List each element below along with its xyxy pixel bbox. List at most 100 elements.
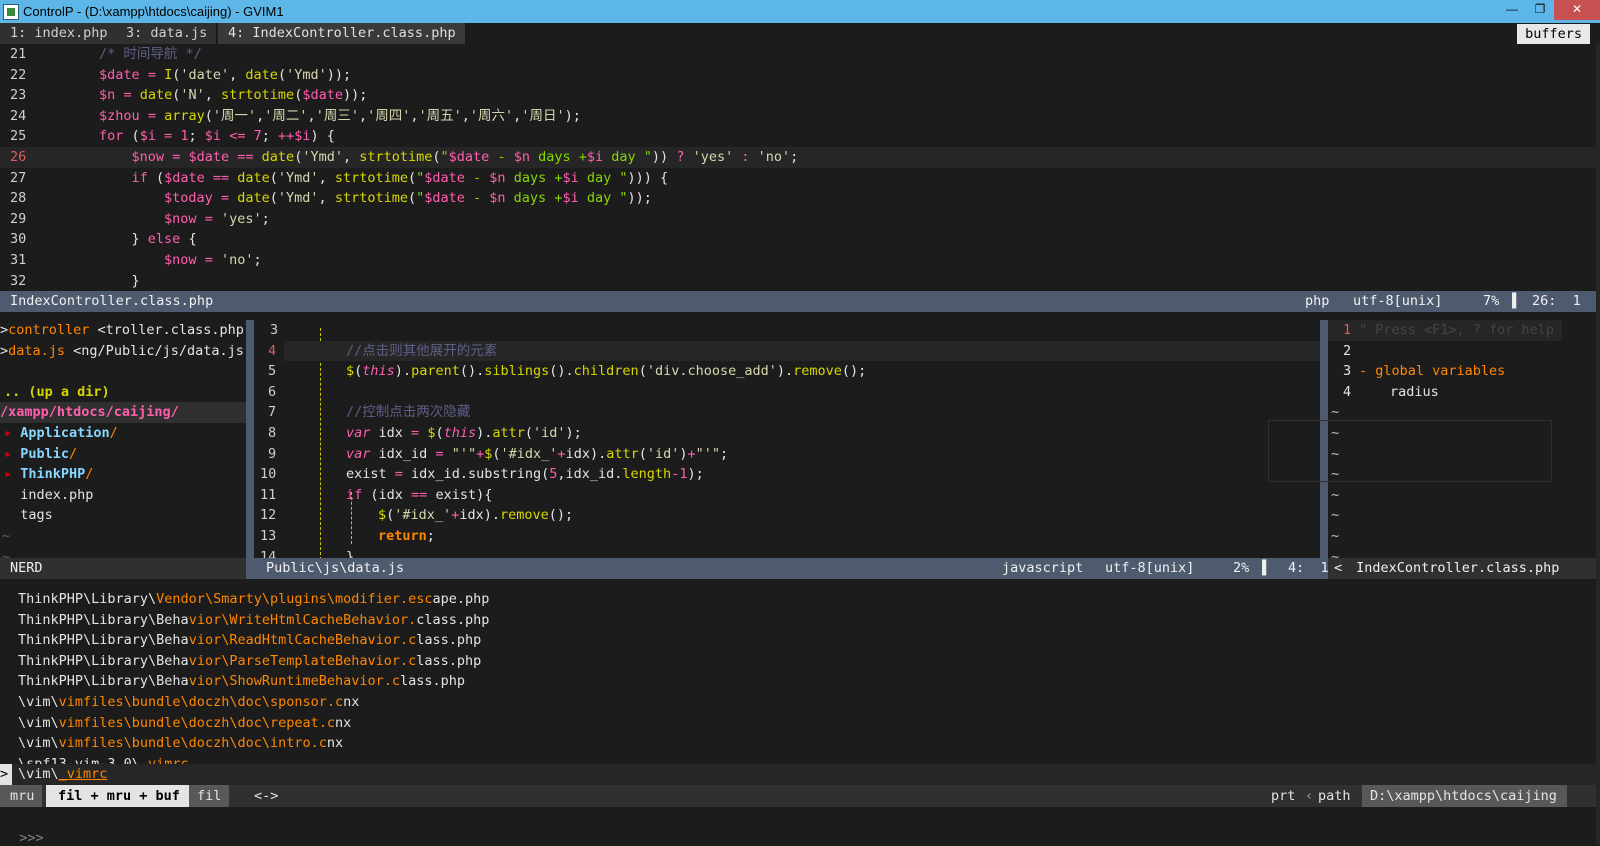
line-number: 1 <box>1343 322 1352 338</box>
code-line[interactable]: //控制点击两次隐藏 <box>346 402 470 423</box>
buffer-tab-active[interactable]: 4: IndexController.class.php <box>218 23 465 44</box>
nerdtree-status: NERD <box>0 558 246 579</box>
status-position: 26: 1 <box>1532 293 1581 309</box>
prompt-symbol: >>> <box>19 830 44 846</box>
buffer-tab[interactable]: 1: index.php <box>0 23 117 44</box>
status-scrollbar-icon: ▐ <box>1508 293 1517 309</box>
line-number: 10 <box>260 466 277 483</box>
minimize-button[interactable]: — <box>1498 0 1526 20</box>
line-number: 32 <box>10 272 27 289</box>
line-number: 23 <box>10 87 27 104</box>
tagbar-tag-entry[interactable]: radius <box>1390 382 1439 403</box>
line-number: 6 <box>268 383 277 400</box>
nerdtree-file[interactable]: tags <box>4 505 246 526</box>
nerdtree-root-path[interactable]: /xampp/htdocs/caijing/ <box>0 402 246 423</box>
code-line[interactable]: var idx = $(this).attr('id'); <box>346 423 582 444</box>
line-number: 22 <box>10 66 27 83</box>
status-filetype: php <box>1305 293 1330 309</box>
buffer-tab[interactable]: 3: data.js <box>116 23 217 44</box>
status-position: 4: 1 <box>1288 560 1329 576</box>
php-editor-pane[interactable]: 21 /* 时间导航 */ 22 $date = I('date', date(… <box>0 44 1600 299</box>
nerdtree-bookmark[interactable]: >data.js <ng/Public/js/data.js <box>0 341 246 362</box>
ctrlp-by-label: path <box>1318 788 1351 804</box>
ctrlp-result-item[interactable]: \vim\vimfiles\bundle\doczh\doc\intro.cnx <box>0 733 1600 754</box>
ctrlp-result-item[interactable]: \vim\vimfiles\bundle\doczh\doc\repeat.cn… <box>0 713 1600 734</box>
ctrlp-results-list[interactable]: ThinkPHP\Library\Vendor\Smarty\plugins\m… <box>0 589 1600 801</box>
code-line[interactable]: var idx_id = "'"+$('#idx_'+idx).attr('id… <box>346 444 728 465</box>
nerdtree-dir[interactable]: ▸ Public/ <box>4 444 246 465</box>
code-line[interactable]: $('#idx_'+idx).remove(); <box>378 505 573 526</box>
ctrlp-result-item[interactable]: ThinkPHP\Library\Behavior\ShowRuntimeBeh… <box>0 671 1600 692</box>
code-line[interactable]: for ($i = 1; $i <= 7; ++$i) { <box>34 126 1596 147</box>
code-line[interactable]: $today = date('Ymd', strtotime("$date - … <box>34 188 1596 209</box>
line-number: 29 <box>10 210 27 227</box>
code-line[interactable]: $now = 'yes'; <box>34 209 1596 230</box>
line-number: 3 <box>1343 363 1352 380</box>
tooltip-frame <box>1268 420 1552 482</box>
code-line[interactable]: $now = 'no'; <box>34 250 1596 271</box>
status-encoding: utf-8[unix] <box>1353 293 1443 309</box>
ctrlp-regex-indicator: <-> <box>254 788 279 804</box>
nerdtree-dir[interactable]: ▸ Application/ <box>4 423 246 444</box>
nerdtree-dir[interactable]: ▸ ThinkPHP/ <box>4 464 246 485</box>
ctrlp-result-item-selected[interactable]: > \vim\_vimrc <box>0 764 1600 785</box>
line-number: 21 <box>10 46 27 62</box>
status-filename: Public\js\data.js <box>266 560 405 576</box>
nerdtree-up-dir[interactable]: .. (up a dir) <box>4 382 246 403</box>
line-number: 3 <box>270 322 279 338</box>
line-number: 28 <box>10 190 27 207</box>
middle-statusline: NERD Public\js\data.js javascript utf-8[… <box>0 558 1596 579</box>
empty-line-tilde: ~ <box>1331 528 1340 544</box>
close-button[interactable]: ✕ <box>1554 0 1600 20</box>
code-line[interactable]: exist = idx_id.substring(5,idx_id.length… <box>346 464 704 485</box>
nerdtree-bookmark[interactable]: >controller <troller.class.php <box>0 320 246 341</box>
status-percent: 7% <box>1483 293 1500 309</box>
tagbar-section-global-variables[interactable]: - global variables <box>1359 361 1505 382</box>
window-title: ControlP - (D:\xampp\htdocs\caijing) - G… <box>23 4 284 19</box>
chevron-right-icon: ▸ <box>4 425 21 441</box>
js-editor-pane[interactable]: 3 //点击则其他展开的元素 4 5 $(this).parent().sibli… <box>254 320 1320 578</box>
line-number: 4 <box>1343 383 1352 400</box>
status-filetype: javascript <box>1002 560 1084 576</box>
code-line-current[interactable]: $now = $date == date('Ymd', strtotime("$… <box>34 147 1596 168</box>
ctrlp-result-item[interactable]: ThinkPHP\Library\Behavior\ParseTemplateB… <box>0 651 1600 672</box>
ctrlp-cwd: D:\xampp\htdocs\caijing <box>1362 785 1567 807</box>
ctrlp-mode-prev[interactable]: mru <box>0 785 43 807</box>
code-line[interactable]: if (idx == exist){ <box>346 485 492 506</box>
code-line[interactable]: $n = date('N', strtotime($date)); <box>34 85 1596 106</box>
ctrlp-result-item[interactable]: ThinkPHP\Library\Behavior\WriteHtmlCache… <box>0 610 1600 631</box>
code-line[interactable]: } <box>34 271 1596 292</box>
buffers-label: buffers <box>1517 24 1590 44</box>
nerdtree-pane[interactable]: >controller <troller.class.php >data.js … <box>0 320 246 578</box>
chevron-right-icon: ▸ <box>4 445 21 462</box>
window-scrollbar[interactable] <box>1596 44 1600 844</box>
code-line[interactable]: $zhou = array('周一','周二','周三','周四','周五','… <box>34 106 1596 127</box>
restore-button[interactable]: ❐ <box>1526 0 1554 20</box>
code-line[interactable]: } else { <box>34 229 1596 250</box>
line-number: 30 <box>10 231 27 248</box>
code-line[interactable]: $(this).parent().siblings().children('di… <box>346 361 866 382</box>
code-line[interactable]: return; <box>378 526 435 547</box>
ctrlp-mode-current[interactable]: fil + mru + buf <box>46 785 192 807</box>
ctrlp-mode-next[interactable]: fil <box>189 785 230 807</box>
selection-marker-icon: > <box>0 764 12 785</box>
gvim-app-icon <box>3 3 19 20</box>
tagbar-status: < IndexController.class.php <box>1328 558 1596 579</box>
ctrlp-result-item[interactable]: \vim\vimfiles\bundle\doczh\doc\sponsor.c… <box>0 692 1600 713</box>
line-number: 12 <box>260 507 277 524</box>
code-line[interactable]: /* 时间导航 */ <box>34 44 1596 65</box>
ctrlp-result-item[interactable]: ThinkPHP\Library\Vendor\Smarty\plugins\m… <box>0 589 1600 610</box>
code-line-current[interactable]: //点击则其他展开的元素 <box>284 340 1320 362</box>
ctrlp-result-item[interactable]: ThinkPHP\Library\Behavior\ReadHtmlCacheB… <box>0 630 1600 651</box>
code-line[interactable]: $date = I('date', date('Ymd')); <box>34 65 1596 86</box>
ctrlp-prompt[interactable]: >>> vimrc_ <box>0 807 1600 846</box>
vertical-split-separator[interactable] <box>246 320 254 578</box>
nerdtree-file[interactable]: index.php <box>4 485 246 506</box>
line-number: 27 <box>10 169 27 186</box>
line-number: 5 <box>268 363 277 380</box>
code-line[interactable]: if ($date == date('Ymd', strtotime("$dat… <box>34 168 1596 189</box>
php-statusline: IndexController.class.php php utf-8[unix… <box>0 291 1596 312</box>
buffer-tabline: 1: index.php 3: data.js 4: IndexControll… <box>0 23 1600 44</box>
line-number: 11 <box>260 486 277 503</box>
tagbar-pane[interactable]: 1 " Press <F1>, ? for help 2 3 - global va… <box>1268 320 1600 578</box>
